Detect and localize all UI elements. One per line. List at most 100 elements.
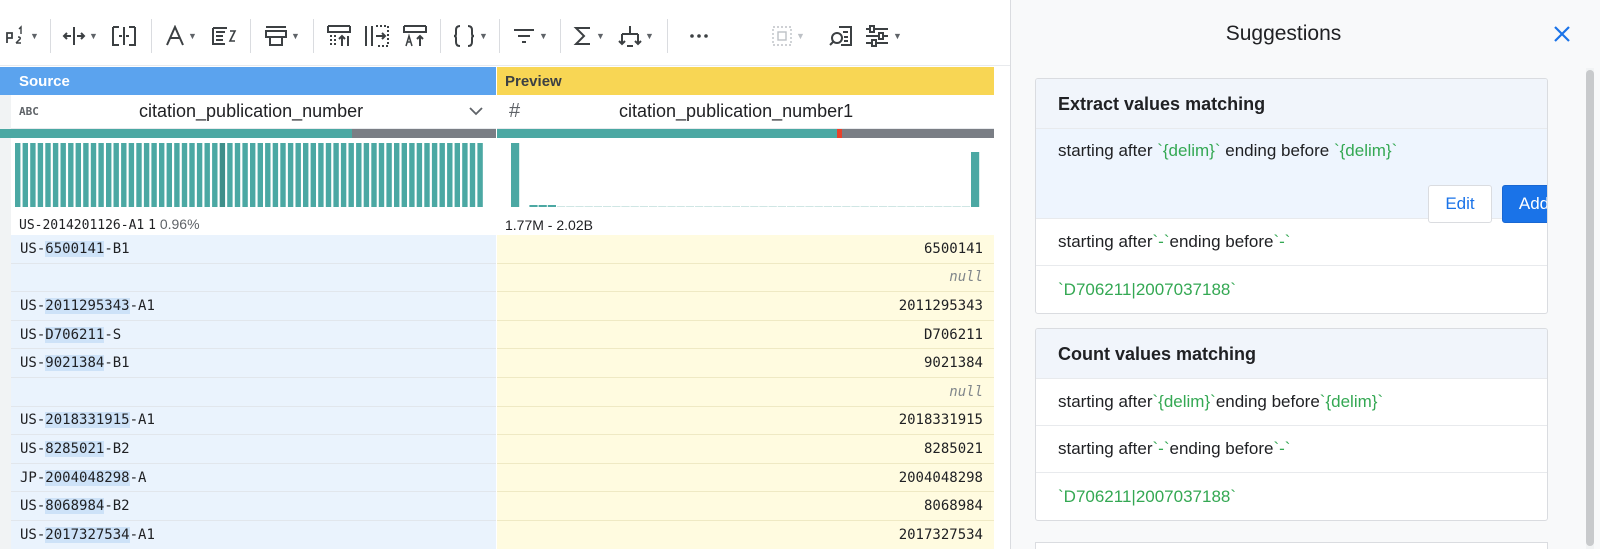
split-columns-button[interactable] xyxy=(103,17,145,55)
preview-cell[interactable]: D706211 xyxy=(497,320,994,350)
histogram-bar[interactable] xyxy=(386,143,392,207)
histogram-bar[interactable] xyxy=(212,143,218,207)
histogram-bar[interactable] xyxy=(143,143,150,207)
histogram-bar[interactable] xyxy=(250,143,256,207)
histogram-bar[interactable] xyxy=(915,206,924,207)
histogram-bar[interactable] xyxy=(272,143,279,207)
sort-rows-button[interactable] xyxy=(396,17,434,55)
more-options-button[interactable] xyxy=(674,17,724,55)
histogram-bar[interactable] xyxy=(439,143,445,207)
histogram-bar[interactable] xyxy=(303,143,309,207)
histogram-bar[interactable] xyxy=(621,206,630,207)
histogram-bar[interactable] xyxy=(83,143,89,207)
histogram-bar[interactable] xyxy=(333,143,339,207)
source-quality-bar[interactable] xyxy=(11,129,496,138)
settings-button[interactable]: ▼ xyxy=(860,17,906,55)
histogram-bar[interactable] xyxy=(823,206,832,207)
source-cell[interactable] xyxy=(11,263,496,293)
histogram-bar[interactable] xyxy=(204,143,210,207)
histogram-bar[interactable] xyxy=(280,143,286,207)
histogram-bar[interactable] xyxy=(777,206,786,207)
histogram-bar[interactable] xyxy=(649,206,658,207)
suggestion-item[interactable]: starting after `-` ending before `-` xyxy=(1036,219,1547,266)
histogram-bar[interactable] xyxy=(37,143,44,207)
histogram-bar[interactable] xyxy=(759,206,768,207)
suggestion-item[interactable]: starting after `{delim}` ending before `… xyxy=(1036,129,1547,223)
histogram-bar[interactable] xyxy=(731,206,740,207)
find-replace-button[interactable] xyxy=(822,17,860,55)
histogram-bar[interactable] xyxy=(943,206,952,207)
histogram-bar[interactable] xyxy=(934,206,943,207)
histogram-bar[interactable] xyxy=(768,206,777,207)
histogram-bar[interactable] xyxy=(860,206,869,207)
suggestion-item[interactable]: starting after `{delim}` ending before `… xyxy=(1036,379,1547,426)
histogram-bar[interactable] xyxy=(113,143,119,207)
source-cell[interactable]: US- 2011295343 -A1 xyxy=(11,292,496,321)
histogram-bar[interactable] xyxy=(68,143,74,207)
suggestion-item[interactable]: `D706211|2007037188` xyxy=(1036,473,1547,520)
histogram-bar[interactable] xyxy=(557,206,566,207)
histogram-bar[interactable] xyxy=(447,143,453,207)
histogram-bar[interactable] xyxy=(952,206,961,207)
histogram-bar[interactable] xyxy=(98,143,104,207)
histogram-bar[interactable] xyxy=(477,143,483,207)
histogram-bar[interactable] xyxy=(234,143,241,207)
histogram-bar[interactable] xyxy=(174,143,180,207)
histogram-bar[interactable] xyxy=(529,205,538,207)
source-column-header[interactable]: ABC citation_publication_number xyxy=(11,95,496,129)
histogram-bar[interactable] xyxy=(787,206,796,207)
histogram-bar[interactable] xyxy=(325,143,332,207)
close-icon[interactable] xyxy=(1553,25,1571,43)
histogram-bar[interactable] xyxy=(356,143,362,207)
json-button[interactable]: ▼ xyxy=(447,17,493,55)
histogram-bar[interactable] xyxy=(630,206,639,207)
histogram-bar[interactable] xyxy=(340,143,347,207)
group-rows-button[interactable]: ▼ xyxy=(257,17,307,55)
source-cell[interactable]: US- 2017327534 -A1 xyxy=(11,520,496,549)
histogram-bar[interactable] xyxy=(961,206,970,207)
histogram-bar[interactable] xyxy=(310,143,316,207)
histogram-bar[interactable] xyxy=(879,206,888,207)
histogram-bar[interactable] xyxy=(888,206,897,207)
histogram-bar[interactable] xyxy=(566,206,575,207)
preview-cell[interactable]: null xyxy=(497,377,994,407)
histogram-bar[interactable] xyxy=(593,206,602,207)
histogram-bar[interactable] xyxy=(196,143,203,207)
histogram-bar[interactable] xyxy=(121,143,127,207)
histogram-bar[interactable] xyxy=(189,143,195,207)
format-superscript-button[interactable]: ▼ xyxy=(0,17,44,55)
unpivot-button[interactable] xyxy=(320,17,358,55)
source-histogram-bars[interactable] xyxy=(11,139,496,209)
histogram-bar[interactable] xyxy=(897,206,906,207)
pivot-button[interactable] xyxy=(358,17,396,55)
source-cell[interactable]: JP- 2004048298 -A xyxy=(11,463,496,493)
histogram-bar[interactable] xyxy=(424,143,430,207)
histogram-bar[interactable] xyxy=(318,143,324,207)
histogram-bar[interactable] xyxy=(704,206,713,207)
histogram-bar[interactable] xyxy=(511,143,520,207)
histogram-bar[interactable] xyxy=(462,143,468,207)
histogram-bar[interactable] xyxy=(15,143,21,207)
histogram-bar[interactable] xyxy=(136,143,142,207)
add-button[interactable]: Add xyxy=(1502,185,1547,223)
scrollbar-thumb[interactable] xyxy=(1586,70,1594,546)
text-format-button[interactable]: ▼ xyxy=(158,17,204,55)
histogram-bar[interactable] xyxy=(750,206,759,207)
histogram-bar[interactable] xyxy=(603,206,612,207)
histogram-bar[interactable] xyxy=(60,143,66,207)
histogram-bar[interactable] xyxy=(159,143,165,207)
histogram-bar[interactable] xyxy=(378,143,385,207)
histogram-bar[interactable] xyxy=(242,143,248,207)
histogram-bar[interactable] xyxy=(805,206,814,207)
histogram-bar[interactable] xyxy=(106,143,112,207)
histogram-bar[interactable] xyxy=(906,206,915,207)
edit-button[interactable]: Edit xyxy=(1428,185,1492,223)
histogram-bar[interactable] xyxy=(90,143,97,207)
histogram-bar[interactable] xyxy=(52,143,59,207)
source-cell[interactable] xyxy=(11,377,496,407)
histogram-bar[interactable] xyxy=(181,143,188,207)
histogram-bar[interactable] xyxy=(409,143,415,207)
histogram-bar[interactable] xyxy=(454,143,460,207)
histogram-bar[interactable] xyxy=(851,206,860,207)
histogram-bar[interactable] xyxy=(833,206,842,207)
